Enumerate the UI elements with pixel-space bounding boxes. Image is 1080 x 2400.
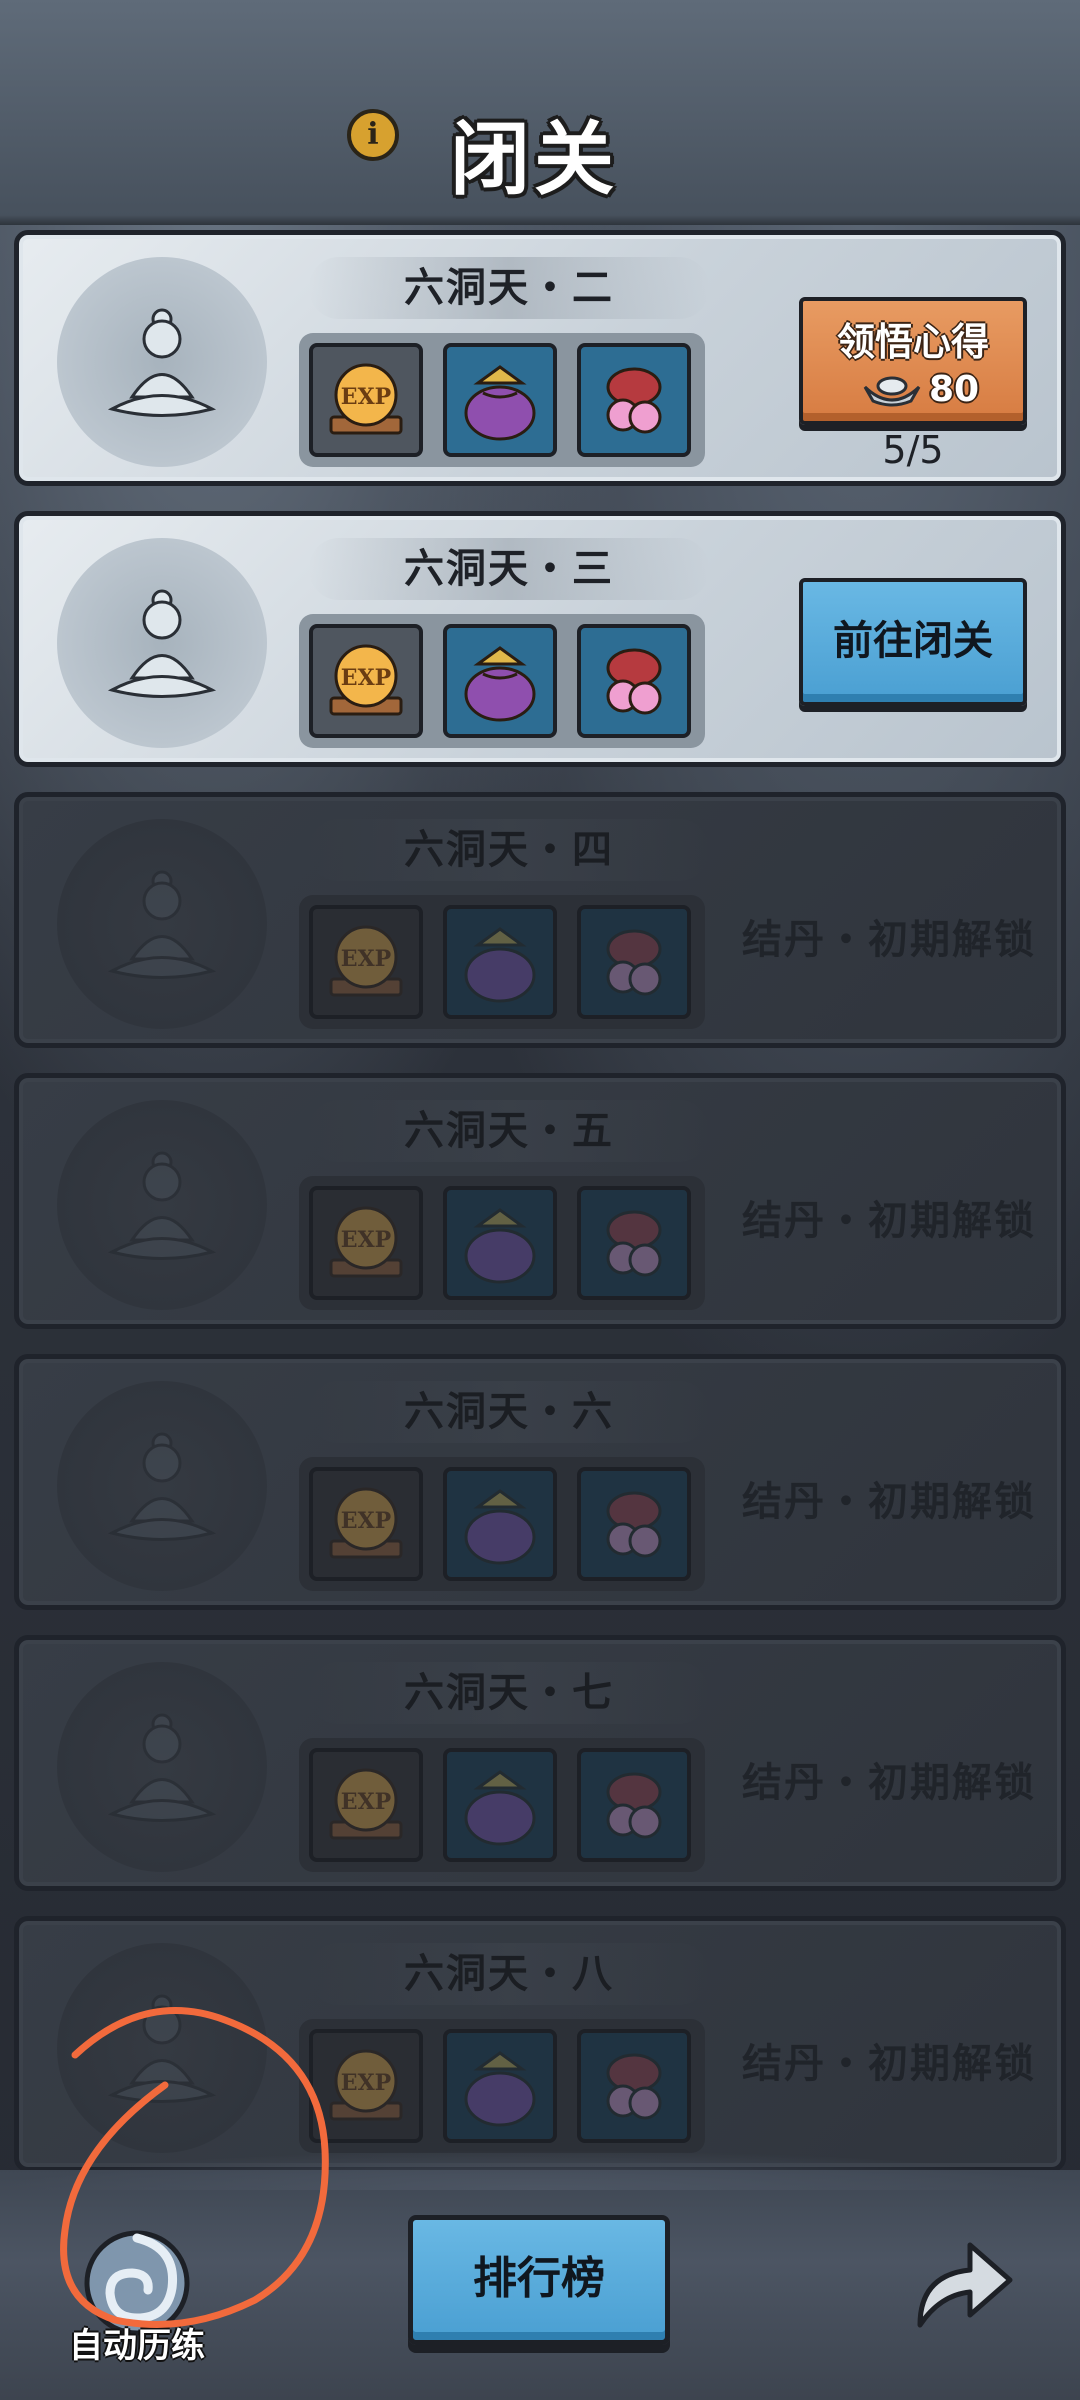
realm-name: 六洞天・五 — [404, 1107, 614, 1154]
realm-name: 六洞天・三 — [404, 545, 614, 592]
reward-bar: EXP — [299, 2019, 705, 2153]
silver-ingot-icon — [863, 376, 921, 407]
realm-name: 六洞天・四 — [404, 826, 614, 873]
exp-orb-icon[interactable]: EXP — [309, 343, 423, 457]
meditating-figure-icon — [57, 1381, 267, 1591]
reward-bar: EXP — [299, 1738, 705, 1872]
unlock-requirement: 结丹・初期解锁 — [742, 916, 1036, 963]
unlock-requirement: 结丹・初期解锁 — [742, 1478, 1036, 1525]
auto-train-label[interactable]: 自动历练 — [52, 2318, 222, 2367]
red-pouch-icon — [577, 1467, 691, 1581]
reward-bar: EXP — [299, 1176, 705, 1310]
realm-card: 六洞天・二 EXP 领悟心得 80 5/5 — [14, 230, 1066, 486]
unlock-requirement: 结丹・初期解锁 — [742, 1759, 1036, 1806]
realm-card: 六洞天・三 EXP 前往闭关 — [14, 511, 1066, 767]
exp-label: EXP — [341, 1508, 391, 1534]
purple-pouch-icon — [443, 1467, 557, 1581]
exp-orb-icon: EXP — [309, 1467, 423, 1581]
purple-pouch-icon[interactable] — [443, 343, 557, 457]
red-pouch-icon — [577, 1748, 691, 1862]
cost-value: 80 — [929, 369, 980, 410]
page-title: 闭关 — [450, 112, 618, 206]
meditating-figure-icon — [57, 1662, 267, 1872]
go-seclusion-button[interactable]: 前往闭关 — [799, 578, 1027, 706]
meditating-figure-icon — [57, 819, 267, 1029]
realm-card-locked: 六洞天・八 EXP 结丹・初期解锁 — [14, 1916, 1066, 2172]
exp-label: EXP — [341, 665, 391, 691]
unlock-requirement: 结丹・初期解锁 — [742, 1197, 1036, 1244]
exp-label: EXP — [341, 946, 391, 972]
realm-card-locked: 六洞天・六 EXP 结丹・初期解锁 — [14, 1354, 1066, 1610]
realm-card-locked: 六洞天・七 EXP 结丹・初期解锁 — [14, 1635, 1066, 1891]
exp-label: EXP — [341, 384, 391, 410]
info-icon[interactable]: i — [347, 109, 399, 161]
exp-orb-icon: EXP — [309, 905, 423, 1019]
red-pouch-icon[interactable] — [577, 343, 691, 457]
purple-pouch-icon — [443, 1186, 557, 1300]
reward-bar: EXP — [299, 614, 705, 748]
reward-bar: EXP — [299, 895, 705, 1029]
meditating-figure-icon — [57, 538, 267, 748]
exp-orb-icon: EXP — [309, 1186, 423, 1300]
purple-pouch-icon — [443, 2029, 557, 2143]
realm-name: 六洞天・六 — [404, 1388, 614, 1435]
exp-orb-icon: EXP — [309, 2029, 423, 2143]
purple-pouch-icon[interactable] — [443, 624, 557, 738]
comprehend-button-label: 领悟心得 — [836, 319, 989, 364]
realm-card-locked: 六洞天・五 EXP 结丹・初期解锁 — [14, 1073, 1066, 1329]
exp-label: EXP — [341, 2070, 391, 2096]
comprehend-button[interactable]: 领悟心得 80 — [799, 297, 1027, 425]
realm-name: 六洞天・二 — [404, 264, 614, 311]
purple-pouch-icon — [443, 905, 557, 1019]
unlock-requirement: 结丹・初期解锁 — [742, 2040, 1036, 2087]
red-pouch-icon[interactable] — [577, 624, 691, 738]
leaderboard-button[interactable]: 排行榜 — [408, 2215, 670, 2345]
red-pouch-icon — [577, 905, 691, 1019]
exp-orb-icon: EXP — [309, 1748, 423, 1862]
realm-name: 六洞天・八 — [404, 1950, 614, 1997]
cost-row: 80 — [803, 367, 1023, 413]
meditating-figure-icon — [57, 257, 267, 467]
meditating-figure-icon — [57, 1943, 267, 2153]
purple-pouch-icon — [443, 1748, 557, 1862]
red-pouch-icon — [577, 2029, 691, 2143]
reward-bar: EXP — [299, 333, 705, 467]
reward-bar: EXP — [299, 1457, 705, 1591]
progress-text: 5/5 — [882, 428, 944, 472]
red-pouch-icon — [577, 1186, 691, 1300]
realm-card-locked: 六洞天・四 EXP 结丹・初期解锁 — [14, 792, 1066, 1048]
realm-list[interactable]: 六洞天・二 EXP 领悟心得 80 5/5 六洞天・三 EXP 前往闭关 六洞天… — [14, 230, 1066, 2197]
realm-name: 六洞天・七 — [404, 1669, 614, 1716]
exp-orb-icon[interactable]: EXP — [309, 624, 423, 738]
share-arrow-icon[interactable] — [900, 2220, 1020, 2340]
header: i 闭关 — [0, 0, 1080, 225]
meditating-figure-icon — [57, 1100, 267, 1310]
exp-label: EXP — [341, 1227, 391, 1253]
exp-label: EXP — [341, 1789, 391, 1815]
